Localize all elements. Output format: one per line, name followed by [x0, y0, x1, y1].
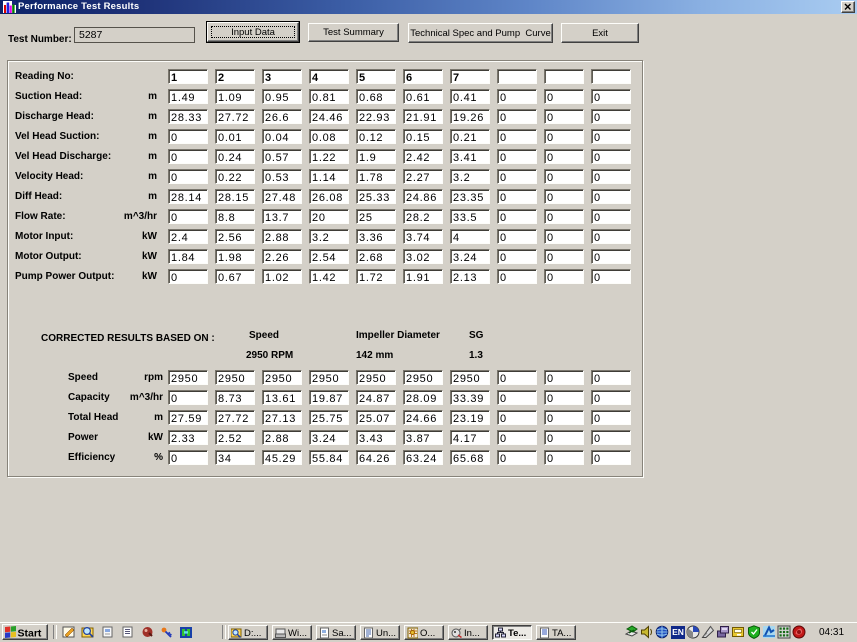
svg-text:Start: Start	[18, 628, 42, 640]
